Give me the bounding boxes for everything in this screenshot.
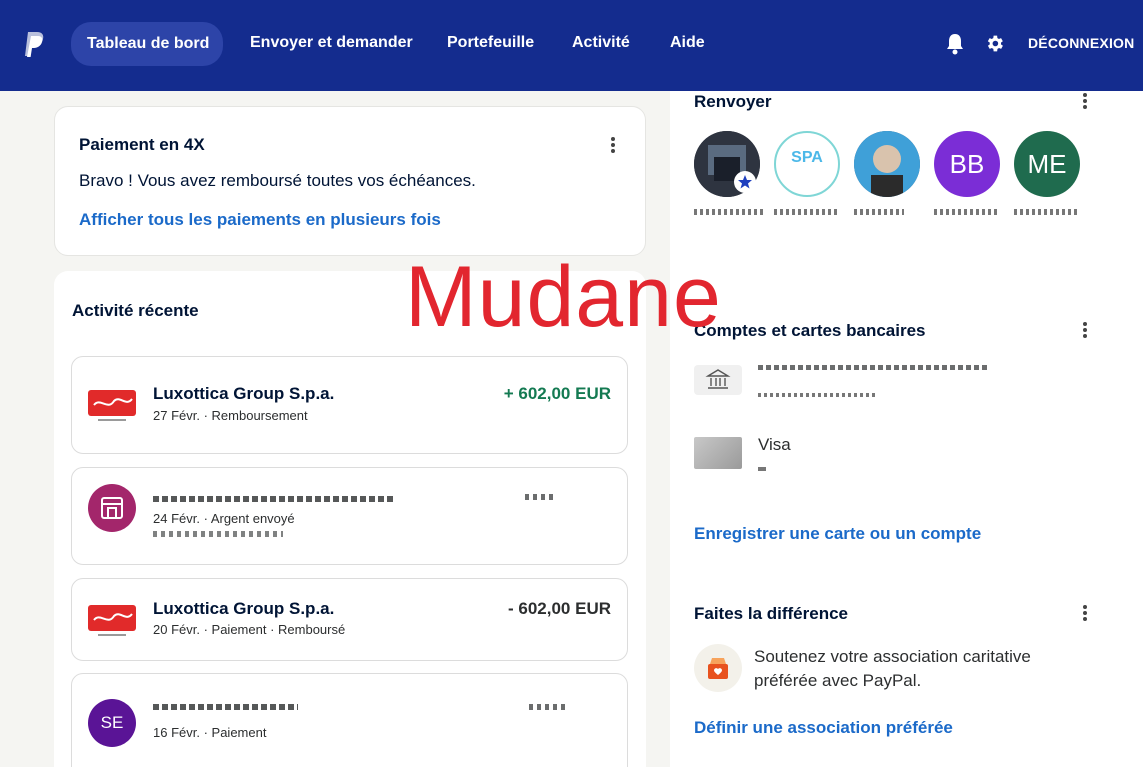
resend-title: Renvoyer: [694, 92, 772, 111]
charity-text: Soutenez votre association caritative pr…: [754, 647, 1031, 690]
charity-box-icon: [694, 644, 742, 692]
transaction-row[interactable]: SE 16 Févr. · Paiement: [71, 673, 628, 767]
bell-icon[interactable]: [945, 33, 965, 55]
transaction-amount-redacted: [529, 704, 569, 710]
favorite-star-icon: [734, 171, 756, 193]
bank-account-item[interactable]: [694, 365, 742, 395]
recent-activity-title: Activité récente: [72, 301, 199, 320]
gear-icon[interactable]: [984, 33, 1005, 54]
contact-avatar-3[interactable]: [854, 131, 920, 197]
transaction-amount-redacted: [525, 494, 555, 500]
watermark-text: Mudane: [405, 249, 722, 345]
avatar-se: SE: [88, 699, 136, 747]
transaction-name: Luxottica Group S.p.a.: [153, 384, 335, 403]
top-nav: Tableau de bord Envoyer et demander Port…: [0, 0, 1143, 91]
transaction-amount: + 602,00 EUR: [503, 384, 611, 403]
store-icon: [101, 497, 123, 519]
transaction-row[interactable]: 24 Févr. · Argent envoyé: [71, 467, 628, 565]
transaction-meta: 24 Févr. · Argent envoyé: [153, 511, 295, 526]
contact-avatar-bb[interactable]: BB: [934, 131, 1000, 197]
rayban-logo: [88, 381, 136, 429]
transaction-amount: - 602,00 EUR: [508, 599, 611, 618]
transaction-name-redacted: [153, 704, 298, 710]
nav-tab-activity[interactable]: Activité: [572, 24, 630, 62]
add-card-link[interactable]: Enregistrer une carte ou un compte: [694, 524, 981, 544]
nav-tab-wallet[interactable]: Portefeuille: [447, 24, 534, 62]
right-column: Renvoyer SPA BB ME Comptes et cartes ban…: [670, 91, 1143, 767]
more-options-icon[interactable]: [611, 137, 615, 153]
pay-in-4-title: Paiement en 4X: [79, 135, 205, 154]
transaction-meta: 27 Févr. · Remboursement: [153, 408, 308, 423]
visa-label: Visa: [758, 435, 791, 454]
spa-logo-text: SPA: [791, 149, 823, 166]
view-installments-link[interactable]: Afficher tous les paiements en plusieurs…: [79, 210, 441, 230]
contact-name-redacted: [774, 209, 840, 215]
transaction-row[interactable]: Luxottica Group S.p.a. 20 Févr. · Paieme…: [71, 578, 628, 661]
card-detail-redacted: [758, 467, 766, 471]
more-options-icon[interactable]: [1083, 605, 1087, 621]
pay-in-4-message: Bravo ! Vous avez remboursé toutes vos é…: [79, 171, 476, 190]
transaction-meta: 16 Févr. · Paiement: [153, 725, 267, 740]
accounts-title: Comptes et cartes bancaires: [694, 321, 926, 340]
contact-name-redacted: [694, 209, 764, 215]
transaction-row[interactable]: Luxottica Group S.p.a. 27 Févr. · Rembou…: [71, 356, 628, 454]
store-avatar: [88, 484, 136, 532]
bank-icon: [705, 369, 731, 389]
paypal-logo-icon[interactable]: [22, 30, 46, 60]
contact-avatar-spa[interactable]: SPA: [774, 131, 840, 197]
contact-name-redacted: [934, 209, 1000, 215]
rayban-logo: [88, 596, 136, 644]
transaction-meta: 20 Févr. · Paiement · Remboursé: [153, 622, 346, 637]
bank-detail-redacted: [758, 393, 878, 397]
contact-name-redacted: [854, 209, 904, 215]
logout-button[interactable]: DÉCONNEXION: [1028, 35, 1134, 51]
more-options-icon[interactable]: [1083, 93, 1087, 109]
nav-tab-send-request[interactable]: Envoyer et demander: [250, 24, 413, 62]
bank-name-redacted: [758, 365, 988, 370]
contact-name-redacted: [1014, 209, 1080, 215]
pay-in-4-card: Paiement en 4X Bravo ! Vous avez rembour…: [54, 106, 646, 256]
charity-title: Faites la différence: [694, 604, 849, 623]
visa-card-image[interactable]: [694, 437, 742, 469]
transaction-name: Luxottica Group S.p.a.: [153, 599, 335, 618]
transaction-name-redacted: [153, 496, 393, 502]
transaction-note-redacted: [153, 531, 283, 537]
more-options-icon[interactable]: [1083, 322, 1087, 338]
contact-avatar-me[interactable]: ME: [1014, 131, 1080, 197]
nav-tab-help[interactable]: Aide: [670, 24, 705, 62]
nav-tab-dashboard[interactable]: Tableau de bord: [71, 22, 223, 66]
set-charity-link[interactable]: Définir une association préférée: [694, 718, 953, 738]
